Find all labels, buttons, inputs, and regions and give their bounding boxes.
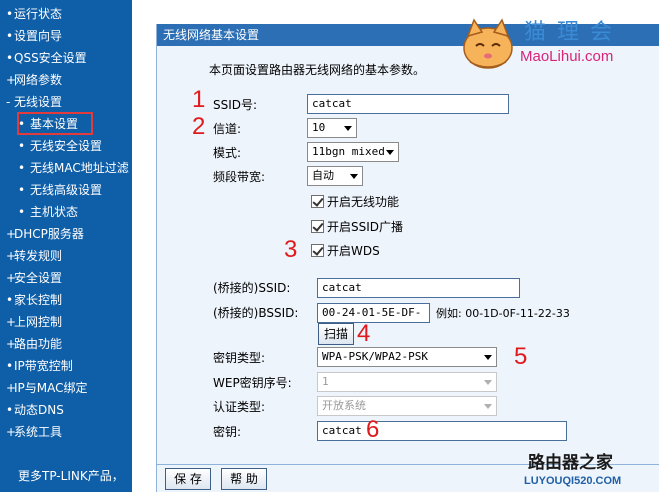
annotation-6: 6 bbox=[366, 416, 380, 443]
help-button[interactable]: 帮 助 bbox=[221, 468, 267, 490]
save-button[interactable]: 保 存 bbox=[165, 468, 211, 490]
mode-select[interactable]: 11bgn mixed bbox=[307, 142, 399, 162]
watermark-top-en: MaoLihui.com bbox=[520, 48, 614, 65]
key-type-label: 密钥类型: bbox=[213, 351, 266, 365]
bullet-icon: • bbox=[18, 205, 26, 219]
channel-select[interactable]: 10 bbox=[307, 118, 357, 138]
sidebar-item-dhcp[interactable]: +DHCP服务器 bbox=[6, 225, 84, 243]
chevron-down-icon bbox=[350, 174, 358, 179]
bandwidth-select[interactable]: 自动 bbox=[307, 166, 363, 186]
sidebar-nav: •运行状态 •设置向导 •QSS安全设置 +网络参数 - 无线设置 • 基本设置 •… bbox=[0, 0, 132, 492]
page-description: 本页面设置路由器无线网络的基本参数。 bbox=[209, 63, 426, 77]
ssid-input[interactable]: catcat bbox=[307, 94, 509, 114]
bullet-icon: • bbox=[6, 29, 14, 43]
chevron-down-icon bbox=[484, 355, 492, 360]
sidebar-item-access-control[interactable]: +上网控制 bbox=[6, 313, 62, 331]
wep-index-select[interactable]: 1 bbox=[317, 372, 497, 392]
sidebar-item-forwarding[interactable]: +转发规则 bbox=[6, 247, 62, 265]
mode-label: 模式: bbox=[213, 146, 242, 160]
channel-label: 信道: bbox=[213, 122, 242, 136]
scan-button[interactable]: 扫描 bbox=[318, 323, 354, 345]
watermark-luyouqi: 路由器之家 LUYOUQI520.COM bbox=[520, 452, 659, 492]
bridged-ssid-label: (桥接的)SSID: bbox=[213, 281, 291, 295]
sidebar-item-bandwidth[interactable]: •IP带宽控制 bbox=[6, 357, 73, 375]
plus-icon: + bbox=[6, 425, 17, 439]
ssid-broadcast-checkbox[interactable] bbox=[311, 220, 324, 233]
chevron-down-icon bbox=[484, 380, 492, 385]
watermark-maolihui: 猫 理 会 MaoLihui.com bbox=[462, 18, 659, 74]
key-label: 密钥: bbox=[213, 425, 242, 439]
bridged-bssid-label: (桥接的)BSSID: bbox=[213, 306, 299, 320]
watermark-top-cn: 猫 理 会 bbox=[524, 20, 614, 45]
bullet-icon: • bbox=[6, 293, 14, 307]
plus-icon: + bbox=[6, 381, 17, 395]
bullet-icon: • bbox=[6, 51, 14, 65]
watermark-bottom-cn: 路由器之家 bbox=[528, 453, 613, 473]
gutter bbox=[132, 0, 156, 492]
bandwidth-label: 频段带宽: bbox=[213, 170, 266, 184]
sidebar-item-mac-filter[interactable]: • 无线MAC地址过滤 bbox=[18, 159, 129, 177]
annotation-4: 4 bbox=[357, 320, 371, 347]
enable-wireless-checkbox[interactable] bbox=[311, 195, 324, 208]
sidebar-item-host-status[interactable]: • 主机状态 bbox=[18, 203, 78, 221]
chevron-down-icon bbox=[344, 126, 352, 131]
sidebar-item-ip-mac-binding[interactable]: +IP与MAC绑定 bbox=[6, 379, 88, 397]
sidebar-item-routing[interactable]: +路由功能 bbox=[6, 335, 62, 353]
bridged-ssid-input[interactable]: catcat bbox=[317, 278, 520, 298]
sidebar-footer-link[interactable]: 更多TP-LINK产品， bbox=[18, 467, 124, 485]
plus-icon: + bbox=[6, 249, 17, 263]
watermark-bottom-en: LUYOUQI520.COM bbox=[524, 475, 622, 487]
sidebar-item-parental[interactable]: •家长控制 bbox=[6, 291, 62, 309]
plus-icon: + bbox=[6, 271, 17, 285]
sidebar-item-qss[interactable]: •QSS安全设置 bbox=[6, 49, 87, 67]
annotation-5: 5 bbox=[514, 343, 528, 370]
bullet-icon: • bbox=[6, 359, 14, 373]
sidebar-item-status[interactable]: •运行状态 bbox=[6, 5, 62, 23]
plus-icon: + bbox=[6, 337, 17, 351]
active-item-highlight bbox=[17, 112, 93, 135]
enable-wds-label: 开启WDS bbox=[327, 244, 380, 258]
bullet-icon: • bbox=[6, 7, 14, 21]
auth-type-select[interactable]: 开放系统 bbox=[317, 396, 497, 416]
bullet-icon: • bbox=[18, 139, 26, 153]
plus-icon: + bbox=[6, 315, 17, 329]
plus-icon: + bbox=[6, 73, 17, 87]
key-input[interactable]: catcat bbox=[317, 421, 567, 441]
annotation-1: 1 bbox=[192, 86, 206, 113]
enable-wireless-label: 开启无线功能 bbox=[327, 195, 400, 209]
sidebar-item-wireless-advanced[interactable]: • 无线高级设置 bbox=[18, 181, 102, 199]
plus-icon: + bbox=[6, 227, 17, 241]
sidebar-item-wireless-security[interactable]: • 无线安全设置 bbox=[18, 137, 102, 155]
sidebar-item-wizard[interactable]: •设置向导 bbox=[6, 27, 62, 45]
chevron-down-icon bbox=[484, 404, 492, 409]
bullet-icon: • bbox=[18, 183, 26, 197]
sidebar-item-ddns[interactable]: •动态DNS bbox=[6, 401, 64, 419]
annotation-2: 2 bbox=[192, 113, 206, 140]
main-panel: 无线网络基本设置 本页面设置路由器无线网络的基本参数。 SSID号: catca… bbox=[156, 24, 659, 492]
enable-wds-checkbox[interactable] bbox=[311, 244, 324, 257]
sidebar-item-security[interactable]: +安全设置 bbox=[6, 269, 62, 287]
key-type-select[interactable]: WPA-PSK/WPA2-PSK bbox=[317, 347, 497, 367]
wep-index-label: WEP密钥序号: bbox=[213, 376, 292, 390]
bullet-icon: • bbox=[18, 161, 26, 175]
chevron-down-icon bbox=[386, 150, 394, 155]
sidebar-item-wireless[interactable]: - 无线设置 bbox=[6, 93, 62, 111]
ssid-broadcast-label: 开启SSID广播 bbox=[327, 220, 404, 234]
bssid-example: 例如: 00-1D-0F-11-22-33 bbox=[436, 307, 570, 320]
auth-type-label: 认证类型: bbox=[213, 400, 266, 414]
ssid-label: SSID号: bbox=[213, 98, 258, 112]
sidebar-item-network[interactable]: +网络参数 bbox=[6, 71, 62, 89]
annotation-3: 3 bbox=[284, 236, 298, 263]
bullet-icon: • bbox=[6, 403, 14, 417]
bridged-bssid-input[interactable]: 00-24-01-5E-DF-1A bbox=[317, 303, 430, 337]
sidebar-item-system-tools[interactable]: +系统工具 bbox=[6, 423, 62, 441]
minus-icon: - bbox=[6, 95, 11, 109]
